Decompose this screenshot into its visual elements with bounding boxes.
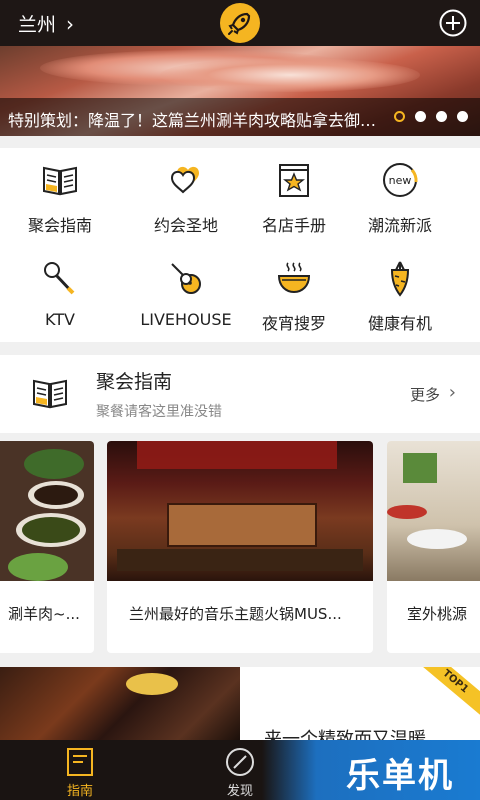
top-bar: 兰州 › [0, 0, 480, 46]
category-date-spots[interactable]: 约会圣地 [126, 148, 246, 238]
banner-caption-bar: 特别策划：降温了！这篇兰州涮羊肉攻略贴拿去御寒… [0, 98, 480, 136]
bowl-icon [277, 262, 311, 294]
category-ktv[interactable]: KTV [20, 246, 100, 336]
more-link[interactable]: 更多 [410, 384, 440, 405]
card-image [0, 441, 94, 581]
banner-caption: 特别策划：降温了！这篇兰州涮羊肉攻略贴拿去御寒… [8, 111, 386, 130]
top-badge: TOP1 [407, 667, 480, 725]
banner-image-detail [160, 58, 420, 92]
app-screen: 兰州 › 特别策划：降温了！这篇兰州涮羊肉攻略贴拿去御寒… 聚会指南 约会圣地 … [0, 0, 480, 800]
chevron-right-icon: › [66, 11, 75, 36]
carousel-dot[interactable] [415, 111, 426, 122]
carousel-dot[interactable] [457, 111, 468, 122]
star-book-icon [279, 164, 309, 197]
promo-image-lamp [126, 673, 178, 695]
section-subtitle: 聚餐请客这里准没错 [96, 404, 222, 420]
plus-circle-icon[interactable] [438, 8, 468, 38]
category-label: 潮流新派 [367, 216, 432, 235]
category-trendy[interactable]: new 潮流新派 [340, 148, 460, 238]
banner-carousel[interactable]: 特别策划：降温了！这篇兰州涮羊肉攻略贴拿去御寒… [0, 46, 480, 136]
category-famous-shops[interactable]: 名店手册 [234, 148, 354, 238]
promo-image [0, 667, 240, 740]
promo-text: 来一个精致而又温暖 [264, 729, 426, 740]
city-selector[interactable]: 兰州 › [18, 10, 74, 37]
guide-card[interactable]: 涮羊肉~... [0, 441, 94, 653]
category-gathering-guide[interactable]: 聚会指南 [0, 148, 120, 238]
category-label: 名店手册 [261, 216, 326, 235]
guide-card[interactable]: 室外桃源 [387, 441, 480, 653]
category-label: LIVEHOUSE [140, 310, 232, 329]
tab-guide[interactable]: 指南 [20, 740, 140, 800]
watermark-logo: 乐单机 [346, 756, 454, 796]
category-grid: 聚会指南 约会圣地 名店手册 new 潮流新派 KTV LIVEHOUSE 夜宵… [0, 148, 480, 342]
carousel-dots [394, 111, 468, 122]
compass-icon [226, 748, 254, 776]
category-healthy[interactable]: 健康有机 [340, 246, 460, 336]
chevron-right-icon[interactable]: › [449, 382, 456, 403]
card-title: 室外桃源 [407, 605, 468, 623]
guitar-icon [171, 263, 201, 294]
book-icon [33, 379, 67, 409]
microphone-icon [44, 262, 75, 295]
section-header[interactable]: 聚会指南 聚餐请客这里准没错 更多 › [0, 355, 480, 433]
category-label: 聚会指南 [27, 216, 92, 235]
card-image [107, 441, 373, 581]
section-title: 聚会指南 [96, 371, 173, 393]
hearts-icon [170, 166, 199, 194]
carousel-dot-active[interactable] [394, 111, 405, 122]
card-title: 兰州最好的音乐主题火锅MUS... [129, 605, 342, 623]
card-image [387, 441, 480, 581]
svg-text:new: new [389, 174, 412, 187]
card-title: 涮羊肉~... [8, 605, 80, 623]
category-label: 健康有机 [367, 314, 432, 333]
promo-card[interactable]: 来一个精致而又温暖 TOP1 [0, 667, 480, 740]
category-late-night[interactable]: 夜宵搜罗 [234, 246, 354, 336]
rocket-icon[interactable] [220, 3, 260, 43]
guide-doc-icon [67, 748, 93, 776]
category-label: KTV [45, 310, 75, 329]
category-livehouse[interactable]: LIVEHOUSE [126, 246, 246, 336]
book-icon [43, 166, 77, 196]
carrot-icon [390, 261, 410, 297]
city-label: 兰州 [18, 14, 57, 36]
guide-card[interactable]: 兰州最好的音乐主题火锅MUS... [107, 441, 373, 653]
new-badge-icon: new [383, 163, 418, 197]
carousel-dot[interactable] [436, 111, 447, 122]
gathering-guide-section: 聚会指南 聚餐请客这里准没错 更多 › 涮羊肉~... 兰州最好的音乐主题火锅M… [0, 355, 480, 667]
category-label: 约会圣地 [153, 216, 218, 235]
tab-label: 指南 [66, 784, 93, 799]
category-label: 夜宵搜罗 [261, 314, 326, 333]
